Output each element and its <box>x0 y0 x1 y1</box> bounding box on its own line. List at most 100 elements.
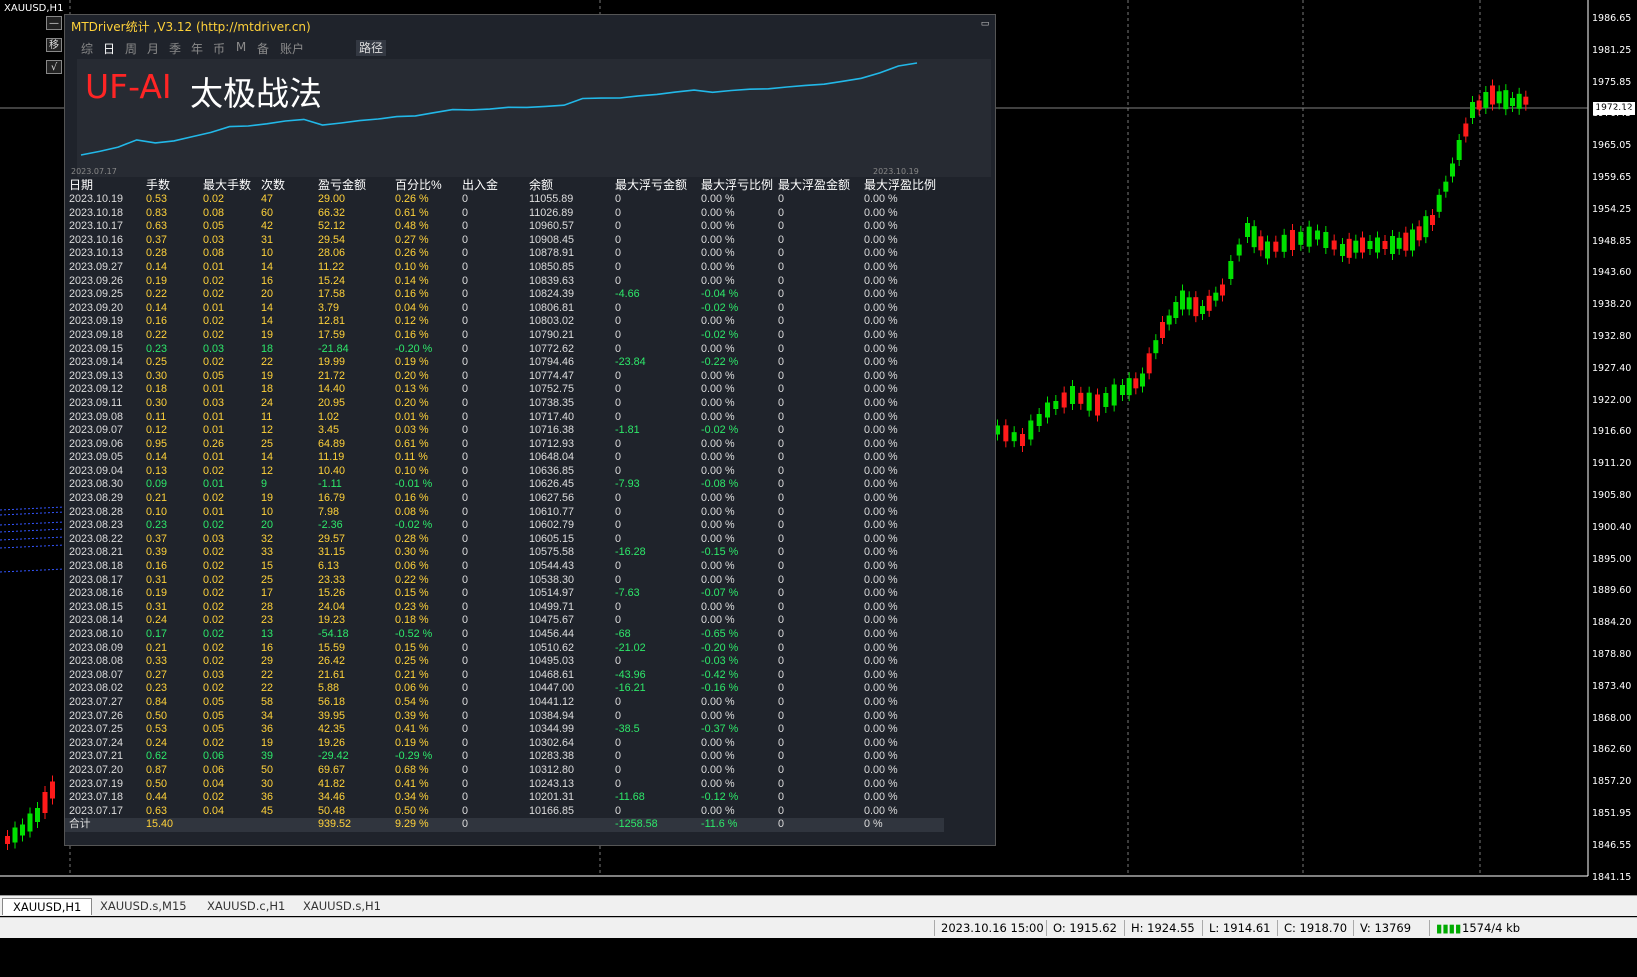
table-cell: 0.39 % <box>395 709 429 722</box>
table-cell: 0.83 <box>146 206 168 219</box>
chart-tab[interactable]: XAUUSD.s,M15 <box>90 898 197 914</box>
table-cell: -0.01 % <box>395 478 433 491</box>
table-cell: 10602.79 <box>529 519 575 532</box>
path-button[interactable]: 路径 <box>356 40 386 56</box>
table-cell: -0.08 % <box>701 478 739 491</box>
price-axis-label: 1943.60 <box>1592 267 1632 279</box>
table-cell: 0 <box>778 804 785 817</box>
table-cell: 10738.35 <box>529 396 575 409</box>
table-cell: 20 <box>261 519 274 532</box>
chart-tab[interactable]: XAUUSD,H1 <box>2 898 93 915</box>
table-cell: 0.01 <box>203 410 225 423</box>
table-cell: 11.22 <box>318 260 345 273</box>
table-cell: 0 <box>462 695 469 708</box>
candle-body <box>35 808 40 822</box>
candle-body <box>1403 232 1409 251</box>
candle-body <box>1160 322 1165 338</box>
table-cell: 10636.85 <box>529 464 575 477</box>
table-cell: 0.50 <box>146 709 168 722</box>
table-cell: 0.00 % <box>701 560 735 573</box>
table-cell: 0.18 <box>146 383 168 396</box>
table-row: 2023.09.08 0.11 0.01 11 1.02 0.01 % 0 10717.40 0… <box>65 411 944 425</box>
tab-7[interactable]: M <box>233 40 249 56</box>
chart-tab[interactable]: XAUUSD.c,H1 <box>197 898 295 914</box>
table-cell: 0.01 <box>203 383 225 396</box>
candle-body <box>1120 385 1125 395</box>
candle-body <box>1463 123 1469 137</box>
table-cell: 0 <box>615 695 622 708</box>
table-row: 2023.08.17 0.31 0.02 25 23.33 0.22 % 0 10538.30… <box>65 574 944 588</box>
table-cell: 32 <box>261 532 274 545</box>
table-cell: 0.02 <box>203 315 225 328</box>
table-cell: 0 <box>778 505 785 518</box>
table-cell: 10 <box>261 505 274 518</box>
table-cell: 0.00 % <box>701 437 735 450</box>
table-cell: -38.5 <box>615 723 640 736</box>
status-bar: 2023.10.16 15:00 O: 1915.62 H: 1924.55 L… <box>0 917 1637 938</box>
daily-stats-table: 日期 手数 最大手数 次数 盈亏金额 百分比% 出入金 余额 最大浮亏金额 最大浮亏比例 最大浮盈金… <box>65 178 944 832</box>
table-cell: 0 <box>615 532 622 545</box>
table-cell: 0 <box>778 464 785 477</box>
check-button[interactable]: √ <box>46 60 62 74</box>
table-cell: 2023.08.16 <box>69 587 124 600</box>
table-cell: 2023.09.12 <box>69 383 124 396</box>
chart-tab[interactable]: XAUUSD.s,H1 <box>293 898 391 914</box>
table-cell: 0.02 <box>203 519 225 532</box>
table-cell: 2023.09.07 <box>69 424 124 437</box>
tab-9[interactable]: 账户 <box>277 40 307 56</box>
table-cell: 0.00 % <box>864 369 898 382</box>
tab-5[interactable]: 年 <box>189 40 205 56</box>
candle-body <box>1416 226 1422 241</box>
table-cell: 10824.39 <box>529 288 575 301</box>
price-axis-label: 1900.40 <box>1592 521 1632 533</box>
price-chart[interactable]: XAUUSD,H1 — 移 √ 1972.12 1986.65 1981.25 19… <box>0 0 1637 934</box>
table-cell: 2023.08.28 <box>69 505 124 518</box>
table-cell: 0.00 % <box>701 451 735 464</box>
panel-restore-icon[interactable]: ▭ <box>978 19 992 31</box>
table-cell: 0 <box>462 328 469 341</box>
table-cell: -1.81 <box>615 424 640 437</box>
candle-body <box>20 824 25 836</box>
table-cell: 15.40 <box>146 818 203 832</box>
minimize-button[interactable]: — <box>46 16 62 30</box>
table-cell: 0 <box>615 777 622 790</box>
table-cell: 0.28 % <box>395 532 429 545</box>
table-cell: 2023.10.19 <box>69 193 124 205</box>
table-cell: -54.18 <box>318 628 349 640</box>
stats-panel[interactable]: MTDriver统计 ,V3.12 (http://mtdriver.cn) ▭… <box>64 14 996 846</box>
tab-2[interactable]: 周 <box>123 40 139 56</box>
table-cell: 2023.09.14 <box>69 356 124 369</box>
table-cell: 0.11 % <box>395 451 428 464</box>
candle-body <box>42 792 48 813</box>
table-cell: 0.02 <box>203 628 225 640</box>
table-cell: 10441.12 <box>529 695 575 708</box>
table-cell: 0.00 % <box>864 641 898 654</box>
table-cell: 0 <box>778 233 785 246</box>
table-cell: 0 <box>615 804 622 817</box>
tab-6[interactable]: 币 <box>211 40 227 56</box>
tab-0[interactable]: 综 <box>79 40 95 56</box>
column-header: 手数 <box>146 177 171 192</box>
table-cell: 21.72 <box>318 369 346 382</box>
table-row: 2023.07.27 0.84 0.05 58 56.18 0.54 % 0 10441.12… <box>65 696 944 710</box>
tab-8[interactable]: 备 <box>255 40 271 56</box>
table-cell: 0.00 % <box>701 193 735 205</box>
candle-body <box>1236 244 1242 256</box>
candle-body <box>1220 284 1225 296</box>
table-cell: 12 <box>261 424 274 437</box>
table-cell: 0 <box>778 750 785 763</box>
table-cell: 0 <box>778 628 785 640</box>
tab-1[interactable]: 日 <box>101 40 117 56</box>
table-cell: -11.6 % <box>701 818 778 832</box>
table-cell: 29.57 <box>318 532 346 545</box>
table-cell: 0 <box>778 723 785 736</box>
table-cell: 0 <box>462 628 469 640</box>
tab-3[interactable]: 月 <box>145 40 161 56</box>
table-cell: 0.12 % <box>395 315 429 328</box>
table-cell: 56.18 <box>318 695 346 708</box>
tab-4[interactable]: 季 <box>167 40 183 56</box>
candle-body <box>1228 261 1234 279</box>
table-cell: 0 <box>615 655 622 668</box>
move-button[interactable]: 移 <box>46 38 62 52</box>
table-cell: 0.23 <box>146 519 168 532</box>
